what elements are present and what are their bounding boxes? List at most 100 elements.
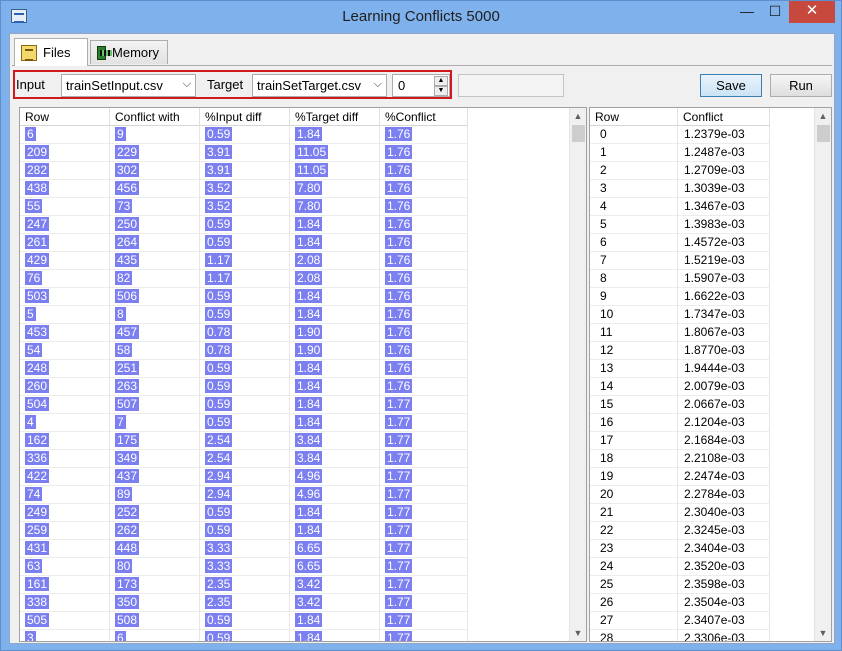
conflicts-table-scrollbar[interactable]: ▲ ▼ (569, 108, 586, 641)
conflict-list-scrollbar[interactable]: ▲ ▼ (814, 108, 831, 641)
table-row[interactable]: 431 448 3.33 6.65 1.77 (20, 540, 468, 558)
cell-target-diff[interactable]: 1.84 (290, 414, 380, 432)
table-row[interactable]: 55 73 3.52 7.80 1.76 (20, 198, 468, 216)
list-item[interactable]: 10 1.7347e-03 (590, 306, 770, 324)
cell-target-diff[interactable]: 1.84 (290, 126, 380, 144)
column-header-row[interactable]: Row (590, 108, 678, 126)
list-item[interactable]: 25 2.3598e-03 (590, 576, 770, 594)
list-item[interactable]: 11 1.8067e-03 (590, 324, 770, 342)
cell-row[interactable]: 438 (20, 180, 110, 198)
cell-conflict-with[interactable]: 89 (110, 486, 200, 504)
cell-target-diff[interactable]: 7.80 (290, 180, 380, 198)
target-file-select[interactable]: trainSetTarget.csv ⌵ (252, 74, 387, 97)
cell-conflict-with[interactable]: 250 (110, 216, 200, 234)
tab-memory[interactable]: Memory (90, 40, 168, 64)
list-item[interactable]: 15 2.0667e-03 (590, 396, 770, 414)
cell-conflict[interactable]: 1.77 (380, 630, 468, 641)
table-row[interactable]: 209 229 3.91 11.05 1.76 (20, 144, 468, 162)
cell-conflict-with[interactable]: 175 (110, 432, 200, 450)
cell-row[interactable]: 422 (20, 468, 110, 486)
cell-target-diff[interactable]: 4.96 (290, 468, 380, 486)
list-item[interactable]: 27 2.3407e-03 (590, 612, 770, 630)
cell-target-diff[interactable]: 1.84 (290, 612, 380, 630)
cell-conflict[interactable]: 1.77 (380, 414, 468, 432)
cell-row[interactable]: 431 (20, 540, 110, 558)
list-item[interactable]: 13 1.9444e-03 (590, 360, 770, 378)
list-item[interactable]: 4 1.3467e-03 (590, 198, 770, 216)
table-row[interactable]: 249 252 0.59 1.84 1.77 (20, 504, 468, 522)
cell-target-diff[interactable]: 1.90 (290, 324, 380, 342)
list-item[interactable]: 9 1.6622e-03 (590, 288, 770, 306)
cell-conflict[interactable]: 1.77 (380, 468, 468, 486)
list-item[interactable]: 16 2.1204e-03 (590, 414, 770, 432)
cell-row[interactable]: 4 (20, 414, 110, 432)
cell-input-diff[interactable]: 0.59 (200, 630, 290, 641)
table-row[interactable]: 422 437 2.94 4.96 1.77 (20, 468, 468, 486)
spinner-down-button[interactable]: ▼ (434, 86, 448, 96)
cell-input-diff[interactable]: 3.52 (200, 198, 290, 216)
conflicts-table[interactable]: Row Conflict with %Input diff %Target di… (19, 107, 587, 642)
column-header-conflict[interactable]: %Conflict (380, 108, 468, 126)
list-item[interactable]: 8 1.5907e-03 (590, 270, 770, 288)
list-item[interactable]: 5 1.3983e-03 (590, 216, 770, 234)
cell-input-diff[interactable]: 2.54 (200, 432, 290, 450)
cell-input-diff[interactable]: 0.59 (200, 234, 290, 252)
minimize-button[interactable]: — (733, 1, 761, 23)
cell-input-diff[interactable]: 0.59 (200, 126, 290, 144)
cell-conflict-with[interactable]: 437 (110, 468, 200, 486)
cell-conflict-with[interactable]: 229 (110, 144, 200, 162)
cell-conflict[interactable]: 1.76 (380, 342, 468, 360)
cell-row[interactable]: 261 (20, 234, 110, 252)
cell-target-diff[interactable]: 1.84 (290, 378, 380, 396)
cell-target-diff[interactable]: 1.84 (290, 522, 380, 540)
cell-conflict[interactable]: 1.76 (380, 126, 468, 144)
cell-conflict-with[interactable]: 508 (110, 612, 200, 630)
scroll-up-icon[interactable]: ▲ (570, 108, 586, 124)
cell-conflict[interactable]: 1.77 (380, 612, 468, 630)
table-row[interactable]: 63 80 3.33 6.65 1.77 (20, 558, 468, 576)
table-row[interactable]: 503 506 0.59 1.84 1.76 (20, 288, 468, 306)
cell-input-diff[interactable]: 3.91 (200, 144, 290, 162)
cell-input-diff[interactable]: 0.59 (200, 612, 290, 630)
cell-conflict-with[interactable]: 8 (110, 306, 200, 324)
cell-input-diff[interactable]: 0.59 (200, 288, 290, 306)
table-row[interactable]: 6 9 0.59 1.84 1.76 (20, 126, 468, 144)
cell-target-diff[interactable]: 1.84 (290, 504, 380, 522)
list-item[interactable]: 19 2.2474e-03 (590, 468, 770, 486)
cell-row[interactable]: 5 (20, 306, 110, 324)
input-file-select[interactable]: trainSetInput.csv ⌵ (61, 74, 196, 97)
cell-target-diff[interactable]: 1.84 (290, 630, 380, 641)
column-header-target-diff[interactable]: %Target diff (290, 108, 380, 126)
cell-conflict[interactable]: 1.76 (380, 234, 468, 252)
cell-conflict[interactable]: 1.76 (380, 198, 468, 216)
cell-conflict-with[interactable]: 262 (110, 522, 200, 540)
cell-input-diff[interactable]: 3.91 (200, 162, 290, 180)
table-row[interactable]: 54 58 0.78 1.90 1.76 (20, 342, 468, 360)
cell-row[interactable]: 3 (20, 630, 110, 641)
table-row[interactable]: 259 262 0.59 1.84 1.77 (20, 522, 468, 540)
cell-row[interactable]: 247 (20, 216, 110, 234)
cell-target-diff[interactable]: 3.42 (290, 594, 380, 612)
cell-input-diff[interactable]: 0.78 (200, 324, 290, 342)
cell-conflict[interactable]: 1.77 (380, 396, 468, 414)
cell-row[interactable]: 259 (20, 522, 110, 540)
list-item[interactable]: 26 2.3504e-03 (590, 594, 770, 612)
cell-input-diff[interactable]: 3.33 (200, 540, 290, 558)
cell-row[interactable]: 282 (20, 162, 110, 180)
cell-conflict[interactable]: 1.77 (380, 486, 468, 504)
cell-row[interactable]: 63 (20, 558, 110, 576)
list-item[interactable]: 17 2.1684e-03 (590, 432, 770, 450)
cell-conflict[interactable]: 1.76 (380, 360, 468, 378)
table-row[interactable]: 505 508 0.59 1.84 1.77 (20, 612, 468, 630)
cell-row[interactable]: 249 (20, 504, 110, 522)
cell-target-diff[interactable]: 4.96 (290, 486, 380, 504)
list-item[interactable]: 2 1.2709e-03 (590, 162, 770, 180)
cell-input-diff[interactable]: 0.78 (200, 342, 290, 360)
table-row[interactable]: 74 89 2.94 4.96 1.77 (20, 486, 468, 504)
cell-input-diff[interactable]: 0.59 (200, 306, 290, 324)
cell-conflict-with[interactable]: 58 (110, 342, 200, 360)
cell-target-diff[interactable]: 7.80 (290, 198, 380, 216)
list-item[interactable]: 6 1.4572e-03 (590, 234, 770, 252)
cell-conflict[interactable]: 1.76 (380, 270, 468, 288)
column-header-conflict[interactable]: Conflict (678, 108, 770, 126)
